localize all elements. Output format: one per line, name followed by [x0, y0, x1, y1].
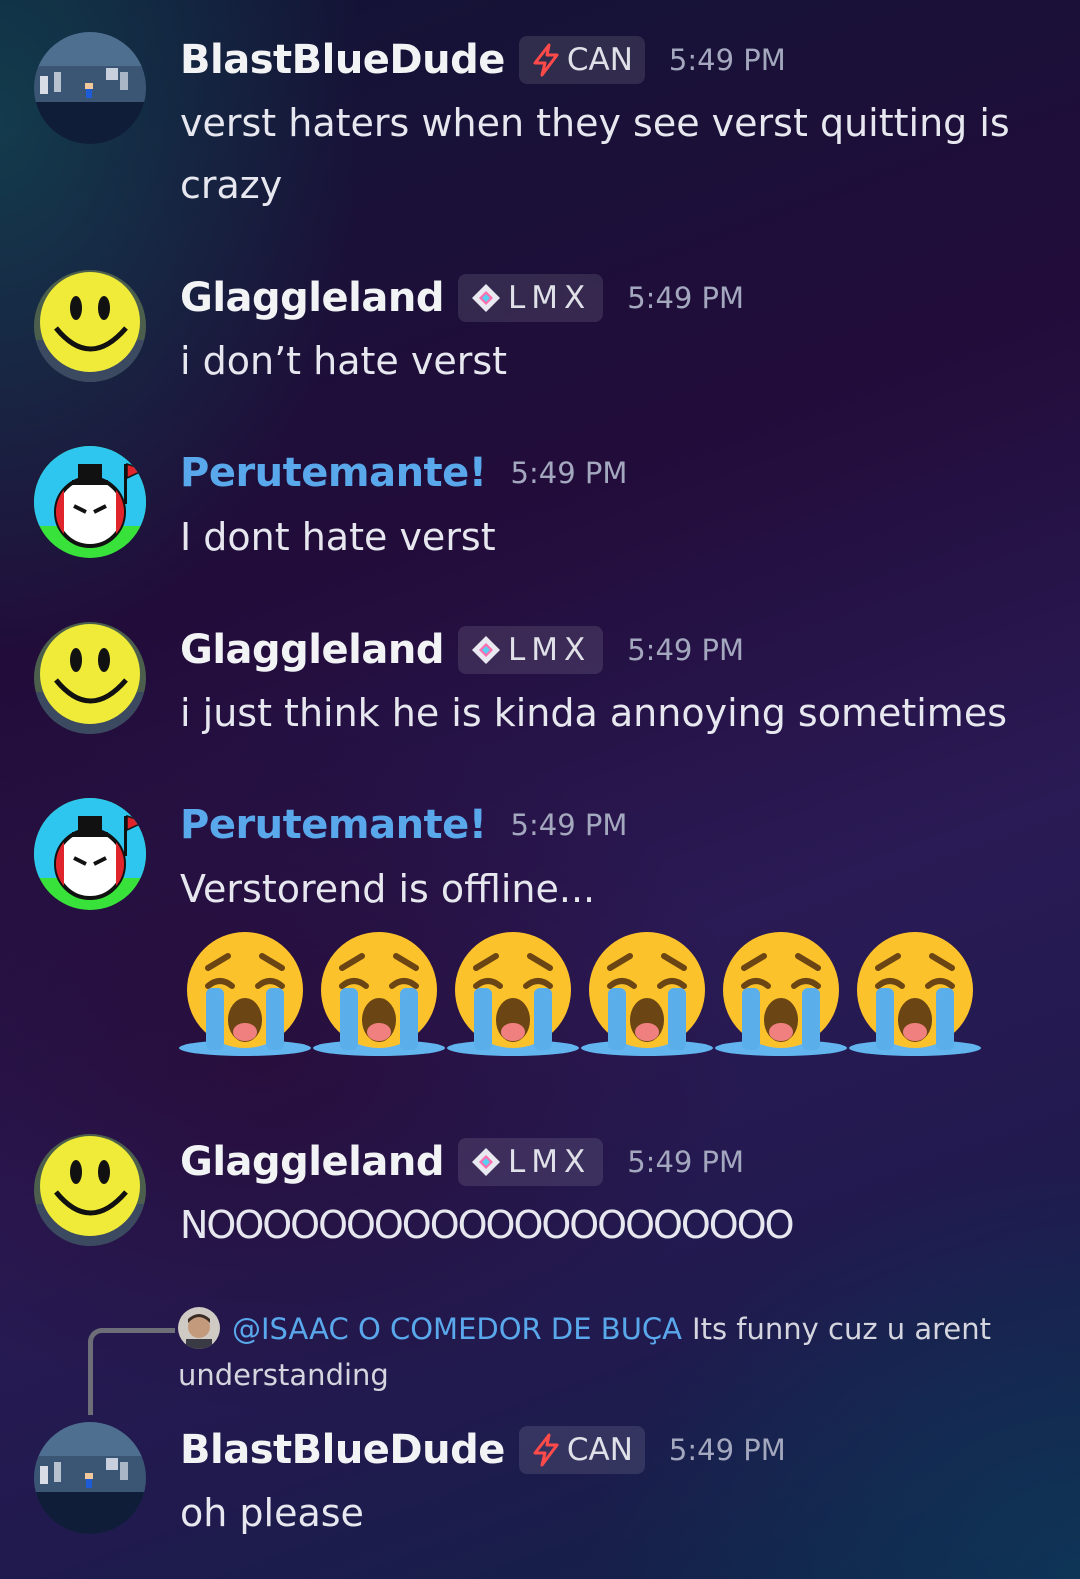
loudly-crying-face-icon[interactable] [178, 928, 312, 1062]
message-text: Verstorend is offline... [180, 867, 596, 911]
avatar[interactable] [34, 1422, 146, 1534]
timestamp: 5:49 PM [510, 808, 628, 842]
lightning-bolt-icon [531, 1433, 561, 1467]
username[interactable]: Glaggleland [180, 627, 444, 673]
timestamp: 5:49 PM [627, 633, 745, 667]
guild-tag-label: LMX [507, 632, 592, 668]
username[interactable]: Glaggleland [180, 275, 444, 321]
message-text: oh please [180, 1491, 364, 1535]
guild-tag-label: LMX [507, 280, 592, 316]
reply-preview[interactable]: @ISAAC O COMEDOR DE BUÇA Its funny cuz u … [178, 1306, 1048, 1398]
loudly-crying-face-icon[interactable] [312, 928, 446, 1062]
reply-connector [88, 1328, 175, 1415]
message-text: verst haters when they see verst quittin… [180, 101, 1010, 207]
avatar[interactable] [34, 798, 146, 910]
avatar[interactable] [34, 270, 146, 382]
loudly-crying-face-icon[interactable] [714, 928, 848, 1062]
message-text: i don’t hate verst [180, 339, 508, 383]
message-text: NOOOOOOOOOOOOOOOOOOOOO [180, 1203, 795, 1247]
message-text: i just think he is kinda annoying someti… [180, 691, 1008, 735]
diamond-sparkle-icon [470, 634, 502, 666]
username[interactable]: BlastBlueDude [180, 1427, 505, 1473]
username[interactable]: Perutemante! [180, 450, 487, 496]
timestamp: 5:49 PM [668, 43, 786, 77]
avatar[interactable] [34, 446, 146, 558]
timestamp: 5:49 PM [627, 1145, 745, 1179]
guild-tag-label: LMX [507, 1144, 592, 1180]
guild-tag[interactable]: LMX [457, 1138, 604, 1186]
avatar[interactable] [34, 1134, 146, 1246]
timestamp: 5:49 PM [627, 281, 745, 315]
timestamp: 5:49 PM [510, 456, 628, 490]
guild-tag-label: CAN [566, 1432, 633, 1468]
timestamp: 5:49 PM [668, 1433, 786, 1467]
loudly-crying-face-icon[interactable] [446, 928, 580, 1062]
guild-tag[interactable]: LMX [457, 626, 604, 674]
lightning-bolt-icon [531, 43, 561, 77]
guild-tag[interactable]: CAN [518, 36, 645, 84]
diamond-sparkle-icon [470, 1146, 502, 1178]
loudly-crying-face-icon[interactable] [580, 928, 714, 1062]
avatar[interactable] [34, 32, 146, 144]
reply-avatar[interactable] [178, 1307, 220, 1349]
loudly-crying-face-icon[interactable] [848, 928, 982, 1062]
avatar[interactable] [34, 622, 146, 734]
username[interactable]: Glaggleland [180, 1139, 444, 1185]
reply-mention[interactable]: @ISAAC O COMEDOR DE BUÇA [232, 1312, 682, 1346]
username[interactable]: BlastBlueDude [180, 37, 505, 83]
username[interactable]: Perutemante! [180, 802, 487, 848]
guild-tag[interactable]: LMX [457, 274, 604, 322]
guild-tag[interactable]: CAN [518, 1426, 645, 1474]
diamond-sparkle-icon [470, 282, 502, 314]
message-text: I dont hate verst [180, 515, 496, 559]
emoji-row [178, 928, 982, 1062]
guild-tag-label: CAN [566, 42, 633, 78]
